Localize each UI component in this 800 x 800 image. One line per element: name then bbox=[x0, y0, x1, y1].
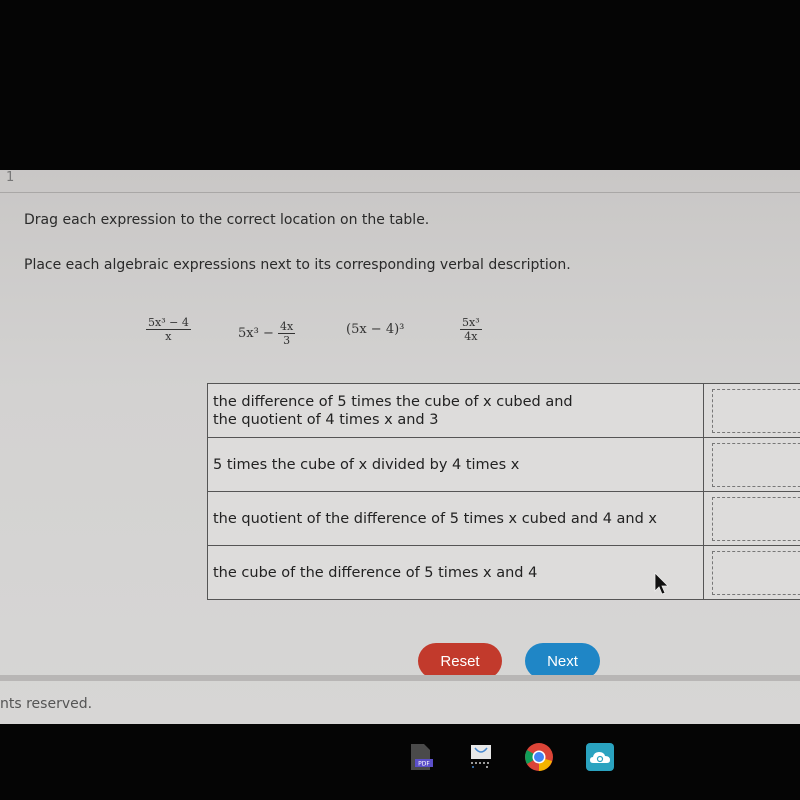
draggable-expression-2[interactable]: 5x³ − 4x 3 bbox=[238, 320, 296, 347]
numerator: 4x bbox=[277, 320, 296, 334]
fraction: 5x³ 4x bbox=[460, 316, 482, 343]
question-number: 1 bbox=[6, 170, 15, 185]
drop-cell bbox=[702, 545, 800, 600]
expression-text: (5x − 4)³ bbox=[346, 322, 405, 337]
fraction: 4x 3 bbox=[277, 320, 296, 347]
draggable-expression-4[interactable]: 5x³ 4x bbox=[460, 316, 482, 343]
expression-bank: 5x³ − 4 x 5x³ − 4x 3 (5x − 4)³ 5x³ 4x bbox=[0, 316, 800, 356]
draggable-expression-3[interactable]: (5x − 4)³ bbox=[346, 322, 404, 337]
instruction-place: Place each algebraic expressions next to… bbox=[24, 257, 571, 273]
verbal-description: the difference of 5 times the cube of x … bbox=[207, 383, 704, 438]
reset-button[interactable]: Reset bbox=[418, 643, 502, 679]
chrome-icon[interactable] bbox=[524, 742, 554, 772]
verbal-description: the quotient of the difference of 5 time… bbox=[207, 491, 704, 546]
drop-zone-2[interactable] bbox=[711, 442, 800, 487]
table-row: the quotient of the difference of 5 time… bbox=[207, 491, 800, 546]
copyright-text: nts reserved. bbox=[0, 696, 93, 712]
pdf-label: PDF bbox=[418, 761, 430, 768]
taskbar: PDF bbox=[0, 724, 800, 800]
description-line-1: the difference of 5 times the cube of x … bbox=[213, 393, 573, 410]
drop-cell bbox=[702, 383, 800, 438]
next-button[interactable]: Next bbox=[525, 643, 600, 679]
drop-cell bbox=[702, 437, 800, 492]
table-row: 5 times the cube of x divided by 4 times… bbox=[207, 437, 800, 492]
drop-cell bbox=[702, 491, 800, 546]
fraction: 5x³ − 4 x bbox=[146, 316, 191, 343]
mouse-pointer-icon bbox=[654, 572, 669, 595]
drop-zone-4[interactable] bbox=[711, 550, 800, 595]
table-row: the difference of 5 times the cube of x … bbox=[207, 383, 800, 438]
denominator: 3 bbox=[283, 334, 291, 347]
assessment-screen: 1 Drag each expression to the correct lo… bbox=[0, 170, 800, 724]
screencast-icon[interactable] bbox=[466, 742, 496, 772]
draggable-expression-1[interactable]: 5x³ − 4 x bbox=[146, 316, 191, 343]
matching-table: the difference of 5 times the cube of x … bbox=[207, 383, 800, 600]
header-divider bbox=[0, 192, 800, 193]
footer-divider bbox=[0, 675, 800, 681]
description-line-2: the quotient of 4 times x and 3 bbox=[213, 411, 439, 428]
numerator: 5x³ bbox=[460, 316, 482, 330]
denominator: 4x bbox=[464, 330, 478, 343]
verbal-description: 5 times the cube of x divided by 4 times… bbox=[207, 437, 704, 492]
numerator: 5x³ − 4 bbox=[146, 316, 191, 330]
cloud-app-icon[interactable] bbox=[585, 742, 615, 772]
denominator: x bbox=[165, 330, 172, 343]
instruction-drag: Drag each expression to the correct loca… bbox=[24, 212, 430, 228]
expression-lead: 5x³ − bbox=[238, 326, 278, 341]
drop-zone-3[interactable] bbox=[711, 496, 800, 541]
pdf-icon[interactable]: PDF bbox=[405, 742, 435, 772]
verbal-description: the cube of the difference of 5 times x … bbox=[207, 545, 704, 600]
table-row: the cube of the difference of 5 times x … bbox=[207, 545, 800, 600]
drop-zone-1[interactable] bbox=[711, 388, 800, 433]
